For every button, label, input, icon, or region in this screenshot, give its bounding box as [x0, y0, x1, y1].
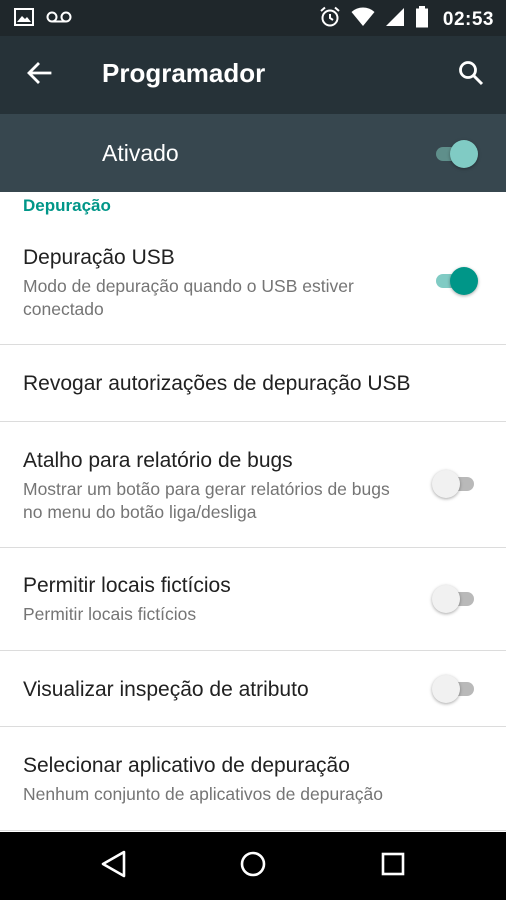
setting-title: Permitir locais fictícios [23, 574, 231, 597]
setting-row-view-attribute-inspection[interactable]: Visualizar inspeção de atributo [0, 651, 506, 726]
search-button[interactable] [452, 56, 490, 94]
image-icon [14, 8, 34, 31]
setting-title: Atalho para relatório de bugs [23, 449, 293, 472]
app-bar: Programador [0, 36, 506, 114]
bug-report-shortcut-toggle[interactable] [432, 470, 478, 498]
master-toggle-switch[interactable] [432, 140, 478, 168]
setting-summary: Modo de depuração quando o USB estiver c… [23, 276, 354, 319]
setting-row-select-debug-app[interactable]: Selecionar aplicativo de depuração Nenhu… [0, 727, 506, 831]
arrow-back-icon [26, 60, 52, 91]
nav-back-button[interactable] [96, 849, 130, 883]
voicemail-icon [46, 10, 72, 29]
setting-title: Revogar autorizações de depuração USB [23, 372, 411, 395]
divider [0, 830, 506, 831]
setting-row-mock-locations[interactable]: Permitir locais fictícios Permitir locai… [0, 548, 506, 650]
alarm-icon [319, 6, 341, 33]
back-button[interactable] [20, 56, 58, 94]
master-switch-label: Ativado [102, 140, 179, 166]
status-bar: 02:53 [0, 0, 506, 36]
page-title: Programador [102, 58, 266, 88]
setting-summary: Mostrar um botão para gerar relatórios d… [23, 479, 390, 522]
master-switch-bar[interactable]: Ativado [0, 114, 506, 192]
section-header-depuracao: Depuração [23, 196, 111, 215]
wifi-icon [351, 7, 375, 32]
home-circle-icon [239, 850, 267, 883]
navigation-bar [0, 832, 506, 900]
nav-home-button[interactable] [236, 849, 270, 883]
back-triangle-icon [99, 849, 127, 884]
usb-debugging-toggle[interactable] [432, 267, 478, 295]
setting-title: Selecionar aplicativo de depuração [23, 754, 350, 777]
status-clock: 02:53 [442, 8, 494, 30]
setting-summary: Permitir locais fictícios [23, 604, 197, 624]
setting-row-bug-report-shortcut[interactable]: Atalho para relatório de bugs Mostrar um… [0, 422, 506, 547]
search-icon [458, 60, 484, 91]
setting-title: Visualizar inspeção de atributo [23, 678, 309, 701]
setting-row-usb-debugging[interactable]: Depuração USB Modo de depuração quando o… [0, 232, 506, 344]
setting-summary: Nenhum conjunto de aplicativos de depura… [23, 784, 383, 804]
setting-title: Depuração USB [23, 246, 175, 269]
nav-recents-button[interactable] [376, 849, 410, 883]
battery-icon [415, 6, 429, 33]
setting-row-revoke-authorizations[interactable]: Revogar autorizações de depuração USB [0, 345, 506, 421]
signal-icon [385, 7, 405, 32]
view-attribute-inspection-toggle[interactable] [432, 675, 478, 703]
recents-square-icon [380, 851, 406, 882]
mock-locations-toggle[interactable] [432, 585, 478, 613]
